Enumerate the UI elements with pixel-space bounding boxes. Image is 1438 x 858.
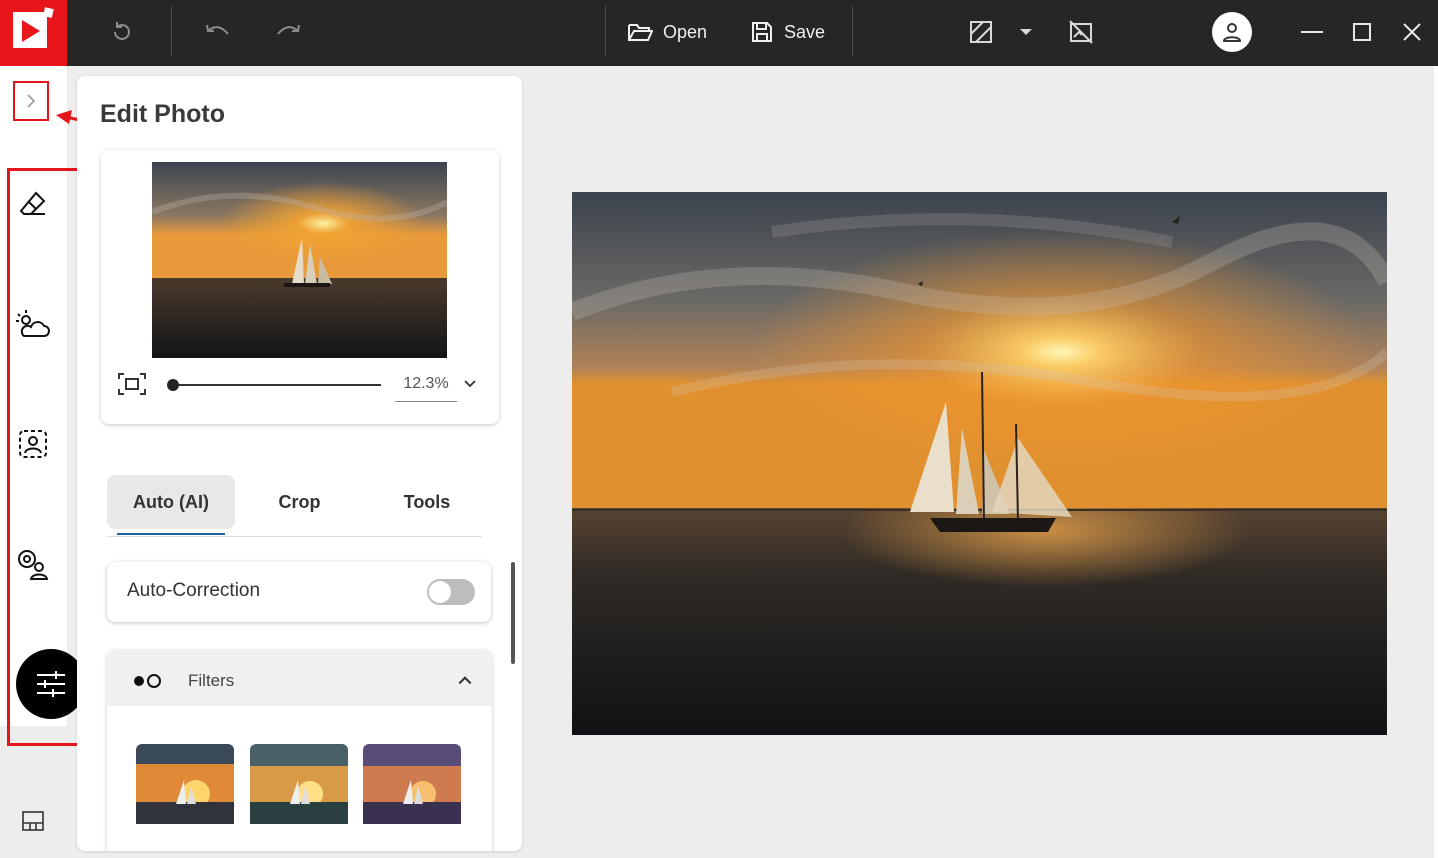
sky-tool-button[interactable] bbox=[14, 305, 52, 343]
eraser-icon bbox=[19, 191, 46, 215]
sky-icon bbox=[16, 310, 50, 337]
auto-correction-toggle[interactable] bbox=[427, 579, 475, 605]
portrait-icon bbox=[19, 430, 47, 458]
preview-card: 12.3% bbox=[101, 150, 499, 424]
layout-button[interactable] bbox=[14, 802, 52, 840]
tab-tools[interactable]: Tools bbox=[377, 475, 477, 529]
redo-icon[interactable] bbox=[270, 14, 306, 50]
zoom-slider-knob[interactable] bbox=[167, 379, 179, 391]
toggle-knob bbox=[429, 581, 451, 603]
chevron-down-icon[interactable] bbox=[1008, 14, 1044, 50]
face-swap-icon bbox=[18, 550, 49, 580]
user-icon[interactable] bbox=[1212, 12, 1252, 52]
active-tab-indicator bbox=[117, 533, 225, 535]
expand-panel-button[interactable] bbox=[13, 81, 49, 121]
filters-icon bbox=[134, 674, 161, 688]
minimize-icon[interactable] bbox=[1294, 14, 1330, 50]
open-label: Open bbox=[663, 21, 708, 42]
edit-photo-panel: Edit Photo 12.3% Auto (AI) Crop Tools Au… bbox=[77, 76, 522, 851]
toolbar-separator bbox=[171, 6, 172, 56]
fit-screen-icon bbox=[118, 373, 146, 395]
save-button[interactable]: Save bbox=[750, 14, 825, 50]
save-label: Save bbox=[784, 21, 826, 42]
toolbar-separator bbox=[852, 6, 853, 56]
filter-thumbnail[interactable] bbox=[363, 744, 461, 824]
main-photo-canvas[interactable] bbox=[572, 192, 1387, 735]
toolbar-separator bbox=[605, 6, 606, 56]
filters-header[interactable]: Filters bbox=[107, 650, 492, 706]
zoom-dropdown-button[interactable] bbox=[463, 376, 479, 392]
portrait-tool-button[interactable] bbox=[14, 425, 52, 463]
maximize-icon[interactable] bbox=[1344, 14, 1380, 50]
folder-open-icon bbox=[628, 24, 653, 41]
eraser-tool-button[interactable] bbox=[14, 185, 52, 223]
face-swap-tool-button[interactable] bbox=[14, 545, 52, 583]
title-bar: Open Save bbox=[0, 0, 1438, 66]
panel-title: Edit Photo bbox=[100, 100, 225, 128]
tab-auto-ai[interactable]: Auto (AI) bbox=[107, 475, 235, 529]
reset-icon[interactable] bbox=[104, 14, 140, 50]
tab-crop[interactable]: Crop bbox=[247, 475, 352, 529]
layout-icon bbox=[22, 811, 44, 831]
filters-section: Filters bbox=[107, 650, 492, 851]
auto-correction-label: Auto-Correction bbox=[127, 580, 261, 601]
zoom-value[interactable]: 12.3% bbox=[395, 372, 457, 402]
adjust-tool-button[interactable] bbox=[16, 649, 86, 719]
window-right-edge bbox=[1434, 66, 1438, 858]
sliders-icon bbox=[37, 671, 65, 697]
open-button[interactable]: Open bbox=[627, 14, 707, 50]
undo-icon[interactable] bbox=[200, 14, 236, 50]
filter-thumbnail[interactable] bbox=[136, 744, 234, 824]
zoom-slider-track[interactable] bbox=[173, 384, 381, 386]
filters-label: Filters bbox=[188, 671, 235, 690]
chevron-up-icon bbox=[458, 676, 472, 685]
crop-off-icon[interactable] bbox=[1063, 14, 1099, 50]
save-icon bbox=[752, 22, 772, 42]
filter-thumbnail[interactable] bbox=[250, 744, 348, 824]
chevron-down-icon bbox=[464, 380, 476, 388]
compare-icon[interactable] bbox=[963, 14, 999, 50]
chevron-right-icon bbox=[27, 94, 36, 108]
fit-screen-button[interactable] bbox=[118, 372, 146, 396]
close-icon[interactable] bbox=[1394, 14, 1430, 50]
edit-tabs: Auto (AI) Crop Tools bbox=[107, 475, 482, 537]
preview-thumbnail[interactable] bbox=[152, 162, 447, 358]
auto-correction-card: Auto-Correction bbox=[107, 562, 491, 622]
app-logo-icon bbox=[0, 0, 67, 66]
panel-scrollbar[interactable] bbox=[511, 562, 515, 664]
